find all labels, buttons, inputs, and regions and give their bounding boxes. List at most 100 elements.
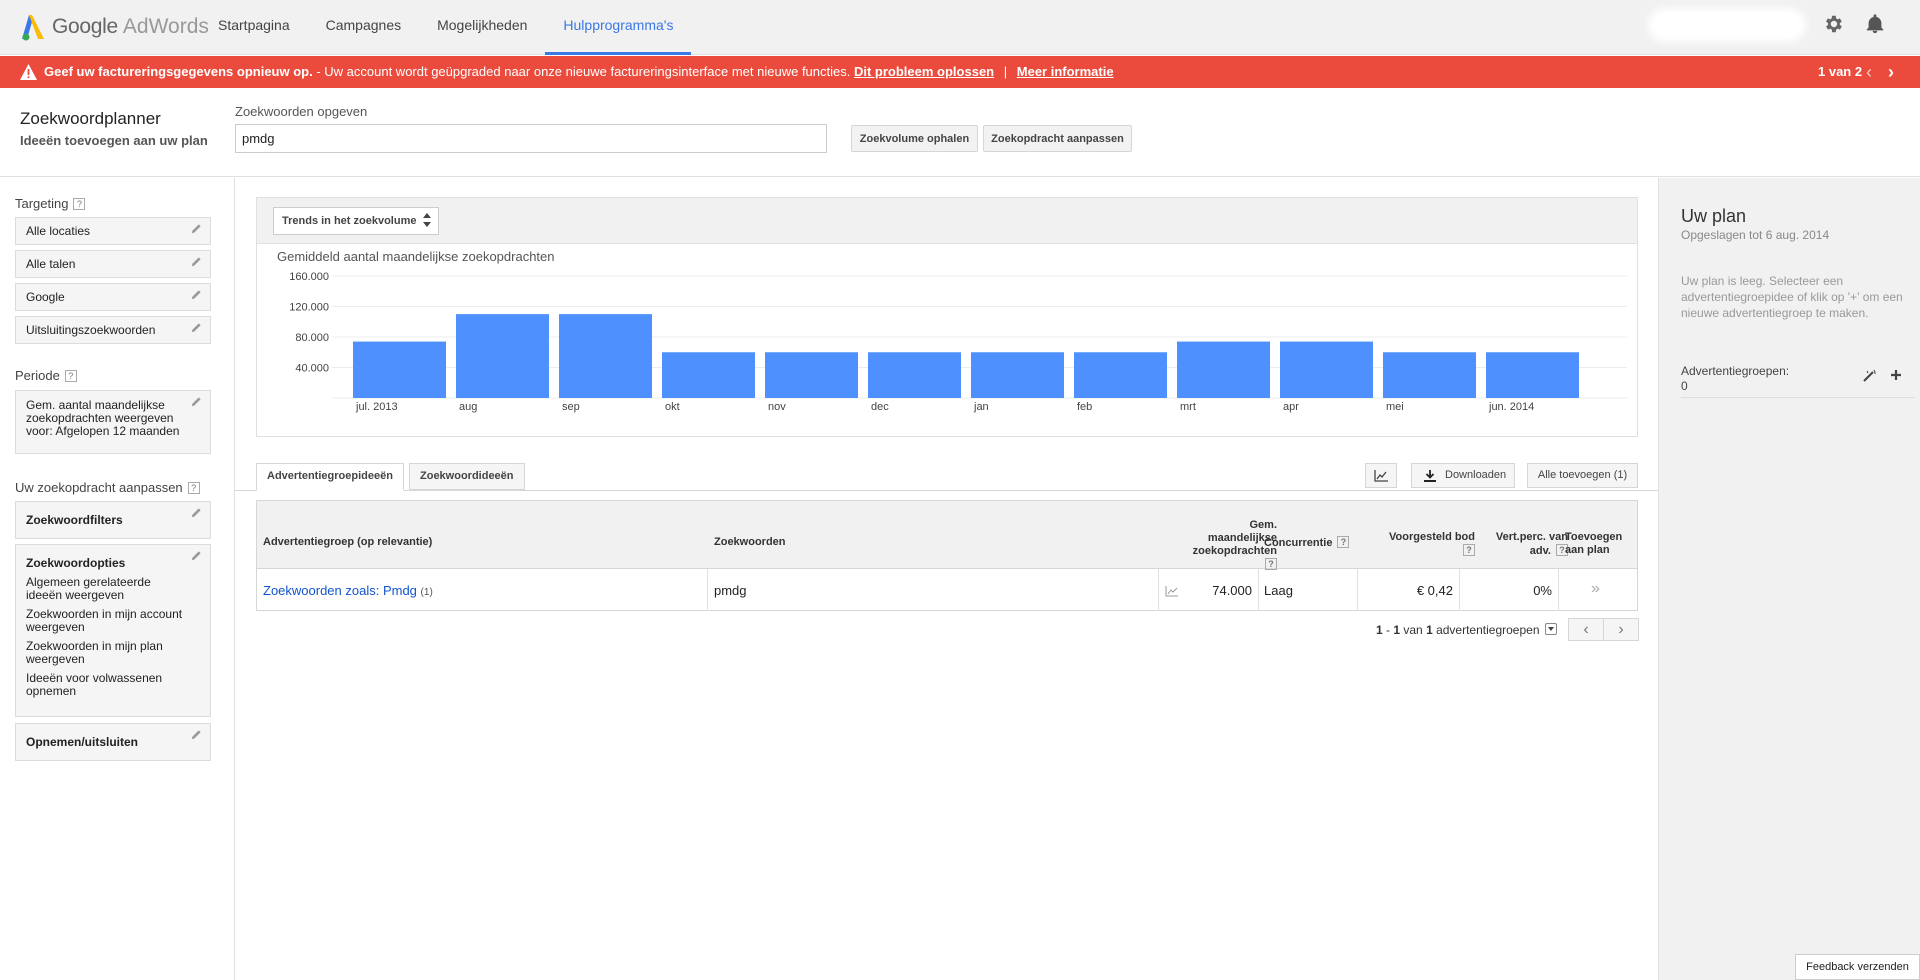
col-header-competition[interactable]: Concurrentie? — [1264, 536, 1350, 550]
help-icon[interactable]: ? — [64, 370, 77, 382]
nav-tab-campaigns[interactable]: Campagnes — [308, 0, 420, 55]
get-search-volume-button[interactable]: Zoekvolume ophalen — [851, 125, 978, 152]
col-header-add-line1: Toevoegen — [1565, 531, 1623, 543]
y-tick-label: 80.000 — [295, 332, 329, 344]
x-tick-label: mei — [1386, 401, 1404, 413]
chart-bar-6[interactable] — [868, 352, 961, 398]
pencil-icon[interactable] — [191, 550, 202, 561]
nav-tab-opportunities[interactable]: Mogelijkheden — [419, 0, 545, 55]
nav-tab-tools[interactable]: Hulpprogramma's — [545, 0, 692, 55]
x-tick-label: mrt — [1180, 401, 1196, 413]
chart-bar-1[interactable] — [353, 341, 446, 398]
period-setting[interactable]: Gem. aantal maandelijkse zoekopdrachten … — [15, 390, 211, 454]
pencil-icon[interactable] — [191, 507, 202, 518]
tab-adgroup-ideas[interactable]: Advertentiegroepideeën — [256, 463, 404, 491]
more-info-link[interactable]: Meer informatie — [1017, 64, 1114, 79]
chart-bar-5[interactable] — [765, 352, 858, 398]
targeting-negative-keywords[interactable]: Uitsluitingszoekwoorden — [15, 316, 211, 344]
ad-share-cell: 0% — [1533, 583, 1552, 598]
targeting-locations-label: Alle locaties — [26, 224, 91, 238]
main-nav: Startpagina Campagnes Mogelijkheden Hulp… — [200, 0, 692, 55]
page-size-dropdown[interactable] — [1545, 623, 1557, 635]
pencil-icon[interactable] — [191, 256, 202, 267]
chart-bar-8[interactable] — [1074, 352, 1167, 398]
search-volume-bar-chart: 40.000 80.000 120.000 160.000 jul. 2013 aug se… — [289, 271, 1627, 413]
help-icon[interactable]: ? — [187, 482, 200, 494]
adgroup-link[interactable]: Zoekwoorden zoals: Pmdg — [263, 583, 417, 598]
col-header-avg-searches[interactable]: Gem. maandelijkse zoekopdrachten ? — [1157, 519, 1277, 572]
send-feedback-button[interactable]: Feedback verzenden — [1795, 954, 1920, 980]
keyword-input[interactable] — [235, 124, 827, 153]
chart-toggle-button[interactable] — [1365, 463, 1397, 488]
gear-icon[interactable] — [1822, 13, 1844, 35]
chart-bar-9[interactable] — [1177, 341, 1270, 398]
trend-chart-icon[interactable] — [1165, 586, 1178, 597]
billing-alert-banner: Geef uw factureringsgegevens opnieuw op.… — [0, 56, 1920, 88]
adwords-logo[interactable]: Google AdWords — [20, 12, 209, 42]
chart-bar-10[interactable] — [1280, 341, 1373, 398]
pager-buttons: ‹ › — [1568, 618, 1639, 641]
alert-next-button[interactable]: › — [1888, 56, 1894, 88]
alert-prev-button[interactable]: ‹ — [1866, 56, 1872, 88]
chart-bar-2[interactable] — [456, 314, 549, 398]
col-header-suggested-bid[interactable]: Voorgesteld bod ? — [1367, 531, 1475, 558]
chart-type-dropdown-label: Trends in het zoekvolume — [282, 215, 417, 227]
option-account-keywords: Zoekwoorden in mijn account weergeven — [26, 607, 183, 634]
nav-tab-home[interactable]: Startpagina — [200, 0, 308, 55]
targeting-locations[interactable]: Alle locaties — [15, 217, 211, 245]
table-header: Advertentiegroep (op relevantie) Zoekwoo… — [257, 501, 1637, 572]
pager-next-button[interactable]: › — [1604, 619, 1638, 640]
targeting-network[interactable]: Google — [15, 283, 211, 311]
chart-bar-3[interactable] — [559, 314, 652, 398]
alert-separator: | — [1003, 64, 1008, 79]
col-header-add-line2: aan plan — [1565, 544, 1610, 556]
col-header-ad-share[interactable]: Vert.perc. van adv.? — [1473, 531, 1568, 558]
pagination-summary: 1 - 1 van 1 advertentiegroepen — [1376, 623, 1540, 637]
download-button[interactable]: Downloaden — [1411, 463, 1515, 488]
chart-bar-12[interactable] — [1486, 352, 1579, 398]
top-navigation-bar: Google AdWords Startpagina Campagnes Mog… — [0, 0, 1920, 55]
avg-searches-cell: 74.000 — [1212, 583, 1252, 598]
help-icon[interactable]: ? — [1265, 558, 1277, 570]
column-divider — [1357, 569, 1358, 611]
plan-empty-message: Uw plan is leeg. Selecteer een advertent… — [1681, 274, 1903, 320]
keyword-options[interactable]: Zoekwoordopties Algemeen gerelateerde id… — [15, 544, 211, 717]
col-header-avg-line1: Gem. — [1249, 519, 1277, 531]
add-adgroup-plus-icon[interactable] — [1889, 368, 1903, 382]
edit-wand-icon[interactable] — [1862, 369, 1878, 383]
left-sidebar: Targeting? Alle locaties Alle talen Goog… — [0, 178, 235, 980]
add-to-plan-button[interactable]: » — [1591, 580, 1600, 598]
plan-adgroups-count: 0 — [1681, 379, 1688, 393]
chart-type-dropdown[interactable]: Trends in het zoekvolume — [273, 207, 439, 235]
pencil-icon[interactable] — [191, 396, 202, 407]
pencil-icon[interactable] — [191, 289, 202, 300]
y-tick-label: 40.000 — [295, 363, 329, 375]
col-header-keywords[interactable]: Zoekwoorden — [714, 536, 786, 549]
help-icon[interactable]: ? — [73, 198, 86, 210]
notifications-bell-icon[interactable] — [1864, 12, 1886, 36]
pager-prev-button[interactable]: ‹ — [1569, 619, 1604, 640]
help-icon[interactable]: ? — [1337, 536, 1350, 548]
include-exclude[interactable]: Opnemen/uitsluiten — [15, 723, 211, 761]
tab-divider — [235, 490, 1658, 491]
download-label: Downloaden — [1445, 469, 1507, 481]
pencil-icon[interactable] — [191, 729, 202, 740]
targeting-heading-label: Targeting — [15, 196, 69, 211]
targeting-languages[interactable]: Alle talen — [15, 250, 211, 278]
tab-keyword-ideas[interactable]: Zoekwoordideeën — [409, 463, 525, 490]
keyword-filters[interactable]: Zoekwoordfilters — [15, 501, 211, 539]
chart-bar-4[interactable] — [662, 352, 755, 398]
chart-bar-7[interactable] — [971, 352, 1064, 398]
col-header-avg-line3: zoekopdrachten — [1192, 545, 1277, 557]
fix-problem-link[interactable]: Dit probleem oplossen — [854, 64, 994, 79]
col-header-adgroup[interactable]: Advertentiegroep (op relevantie) — [263, 536, 432, 549]
option-broad-ideas: Algemeen gerelateerde ideeën weergeven — [26, 575, 151, 602]
add-all-button[interactable]: Alle toevoegen (1) — [1527, 463, 1638, 488]
chart-bar-11[interactable] — [1383, 352, 1476, 398]
pencil-icon[interactable] — [191, 223, 202, 234]
adjust-search-heading-label: Uw zoekopdracht aanpassen — [15, 480, 183, 495]
account-info-blurred[interactable] — [1648, 8, 1806, 42]
adjust-search-button[interactable]: Zoekopdracht aanpassen — [983, 125, 1132, 152]
targeting-languages-label: Alle talen — [26, 257, 76, 271]
pencil-icon[interactable] — [191, 322, 202, 333]
